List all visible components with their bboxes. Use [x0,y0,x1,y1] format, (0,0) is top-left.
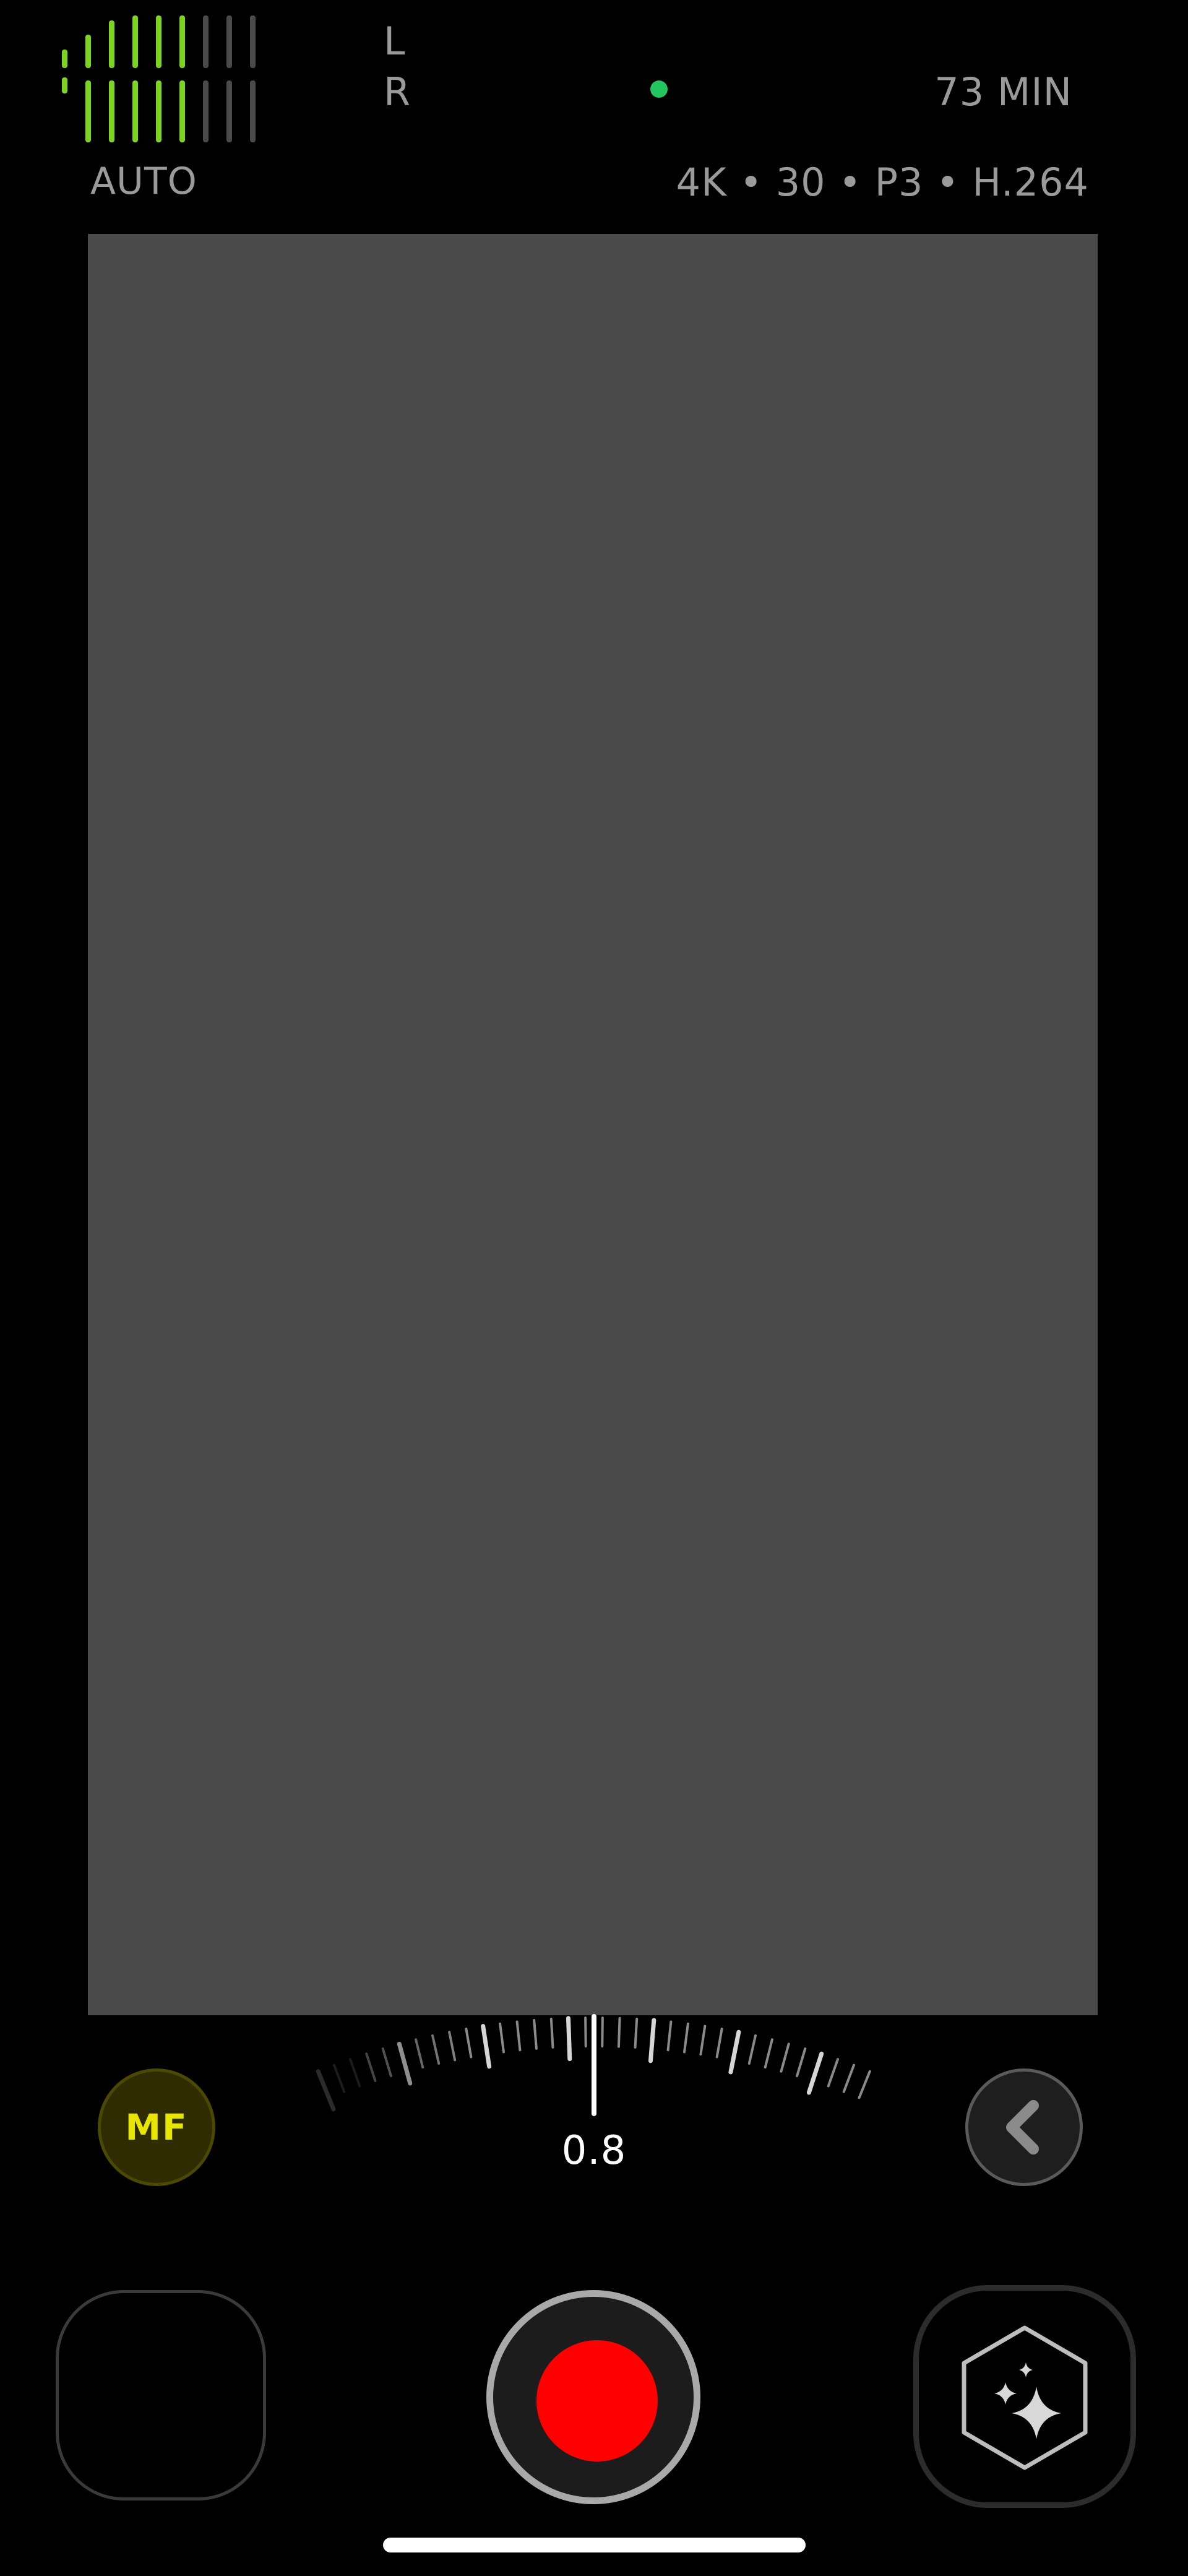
audio-meter-segment [203,15,209,68]
audio-meter-segment [156,15,161,68]
audio-meter-segment [132,15,138,68]
focus-dial-tick [349,2058,361,2088]
focus-dial-tick [858,2070,871,2099]
focus-dial-tick [549,2018,554,2049]
audio-meter-segment [250,80,256,142]
record-button[interactable] [486,2290,700,2504]
audio-meter-segment [62,77,67,93]
focus-dial-tick [699,2025,707,2056]
audio-meter-segment [109,20,114,68]
home-indicator[interactable] [383,2538,806,2552]
left-channel-label: L [384,19,405,64]
focus-dial-tick [827,2058,839,2088]
audio-meter-segment [250,15,256,68]
audio-level-meter: L R [62,12,410,142]
right-channel-label: R [384,69,411,115]
focus-dial-tick [780,2042,790,2073]
focus-dial-tick [566,2016,572,2062]
sparkles-hexagon-icon [962,2325,1088,2470]
audio-meter-segment [226,15,232,68]
focus-dial-tick [316,2069,336,2112]
audio-meter-segment [62,50,67,68]
focus-dial-tick [806,2051,824,2095]
focus-dial-tick [728,2029,741,2075]
exposure-mode-label[interactable]: AUTO [90,160,197,203]
focus-dial-tick [381,2047,392,2078]
focus-value: 0.8 [561,2128,627,2174]
focus-dial-tick [431,2034,441,2065]
audio-meter-segment [109,80,114,142]
audio-meter-right [62,77,266,142]
audio-meter-segment [85,80,91,142]
focus-dial-tick [333,2064,346,2093]
chevron-left-icon [1006,2100,1039,2155]
focus-dial-tick [764,2038,773,2068]
focus-dial-tick [365,2052,377,2082]
manual-focus-button[interactable]: MF [98,2068,215,2186]
focus-dial-tick [465,2028,473,2059]
focus-dial-tick [448,2031,457,2062]
video-format-info[interactable]: 4K • 30 • P3 • H.264 [676,160,1089,205]
audio-meter-segment [132,80,138,142]
focus-dial-tick [601,2016,604,2048]
focus-dial-tick [715,2028,723,2059]
focus-dial-tick [397,2041,413,2086]
focus-dial-tick [533,2018,538,2050]
focus-dial-tick [747,2034,757,2065]
manual-focus-label: MF [125,2106,188,2148]
focus-dial-tick [617,2016,621,2048]
audio-meter-left [62,12,266,68]
audio-meter-segment [156,80,161,142]
effects-button[interactable] [913,2285,1136,2508]
focus-dial-tick [415,2038,424,2068]
audio-meter-segment [203,80,209,142]
focus-dial-tick [683,2022,689,2054]
gallery-thumbnail[interactable] [56,2290,266,2500]
focus-dial-tick [481,2024,492,2069]
focus-dial-tick [499,2022,505,2054]
audio-meter-segment [179,80,185,142]
focus-dial-tick [666,2020,673,2052]
collapse-button[interactable] [965,2068,1083,2186]
record-indicator [536,2340,658,2461]
camera-viewfinder[interactable] [88,234,1098,2015]
audio-meter-segment [179,15,185,68]
audio-meter-segment [226,80,232,142]
focus-dial-tick [842,2064,855,2093]
focus-dial-tick [584,2016,587,2048]
audio-meter-segment [85,35,91,68]
focus-dial-tick [515,2020,522,2052]
focus-dial-tick [796,2047,807,2078]
time-remaining: 73 MIN [934,69,1072,115]
focus-dial-tick [648,2018,656,2064]
recording-status-dot [650,80,668,98]
focus-dial-tick [634,2018,639,2049]
